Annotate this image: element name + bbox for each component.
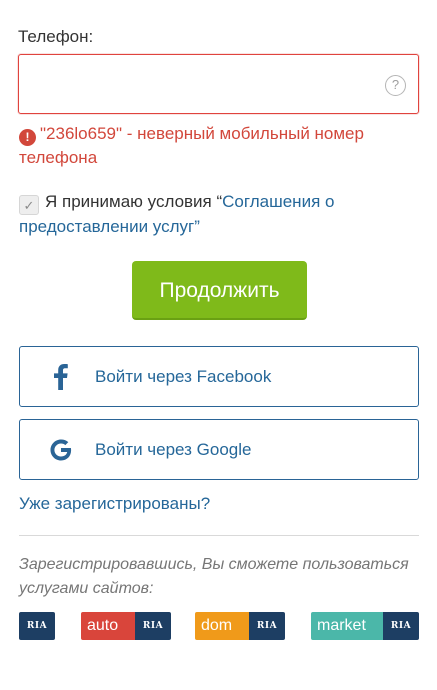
terms-agreement: ✓ Я принимаю условия “Соглашения о предос…	[19, 190, 419, 239]
market-logo-text: market	[311, 612, 383, 640]
dom-ria-logo[interactable]: dom RIA	[195, 612, 285, 640]
phone-input-container: ?	[18, 54, 419, 114]
dom-logo-text: dom	[195, 612, 249, 640]
ria-logo[interactable]: RIA	[19, 612, 55, 640]
dom-ria-mark: RIA	[249, 612, 285, 640]
phone-input[interactable]	[19, 55, 379, 113]
already-registered-link[interactable]: Уже зарегистрированы?	[19, 494, 210, 514]
facebook-icon	[48, 362, 74, 392]
facebook-login-button[interactable]: Войти через Facebook	[19, 346, 419, 407]
market-ria-mark: RIA	[383, 612, 419, 640]
continue-button[interactable]: Продолжить	[132, 261, 307, 320]
error-text: "236lo659" - неверный мобильный номер те…	[19, 124, 364, 167]
market-ria-logo[interactable]: market RIA	[311, 612, 419, 640]
google-icon	[48, 435, 74, 465]
partner-sites: RIA auto RIA dom RIA market RIA	[19, 612, 419, 640]
divider	[19, 535, 419, 536]
register-note: Зарегистрировавшись, Вы сможете пользова…	[19, 556, 409, 597]
phone-label: Телефон:	[18, 27, 94, 46]
error-icon: !	[19, 129, 36, 146]
terms-prefix: Я принимаю условия “	[45, 192, 223, 211]
auto-logo-text: auto	[81, 612, 135, 640]
terms-checkbox[interactable]: ✓	[19, 195, 39, 215]
facebook-login-label: Войти через Facebook	[95, 367, 272, 386]
phone-error-message: ! "236lo659" - неверный мобильный номер т…	[19, 122, 419, 169]
google-login-button[interactable]: Войти через Google	[19, 419, 419, 480]
ria-logo-text: RIA	[19, 612, 55, 640]
auto-ria-mark: RIA	[135, 612, 171, 640]
terms-suffix: ”	[194, 217, 200, 236]
help-icon[interactable]: ?	[385, 75, 406, 96]
google-login-label: Войти через Google	[95, 440, 252, 459]
auto-ria-logo[interactable]: auto RIA	[81, 612, 171, 640]
